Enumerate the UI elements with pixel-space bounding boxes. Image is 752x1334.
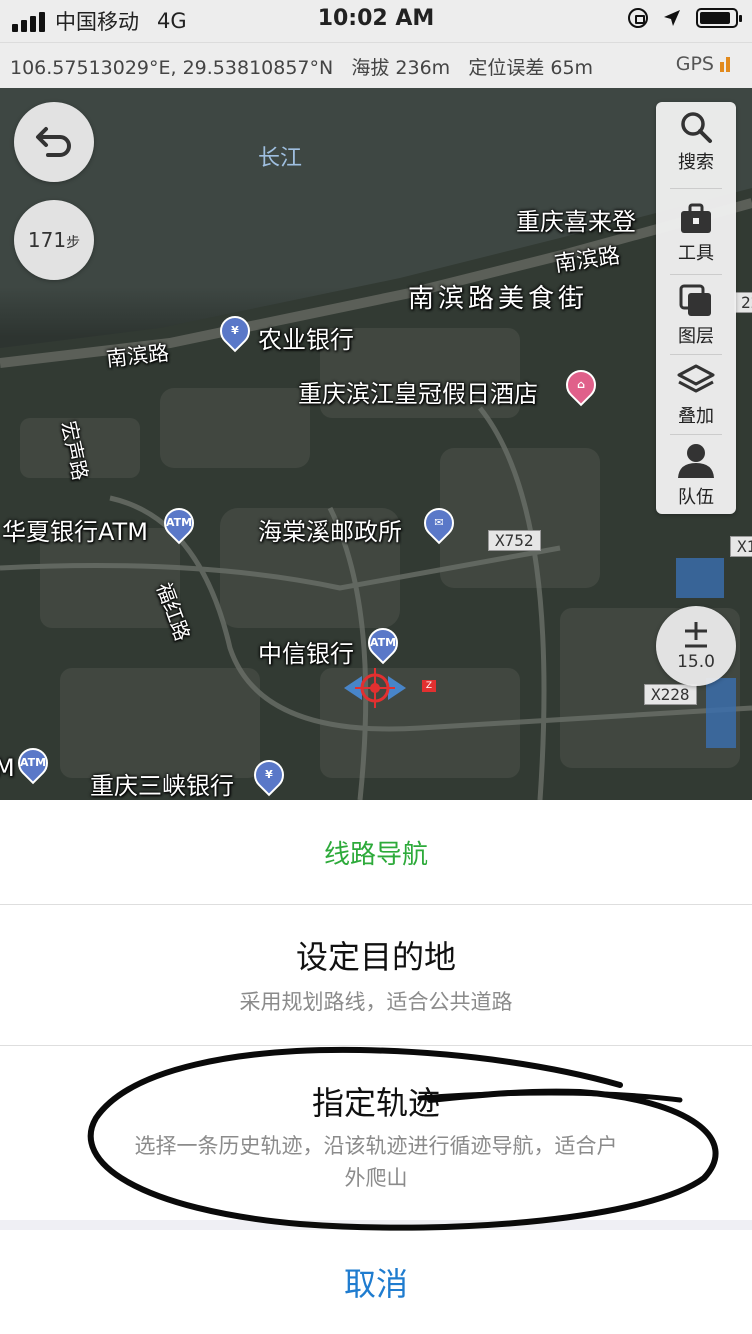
accuracy: 定位误差 65m	[468, 57, 594, 79]
team-icon	[678, 444, 714, 478]
back-button[interactable]	[14, 102, 94, 182]
map-tool-panel: 搜索 工具 图层 叠加 队伍	[656, 102, 736, 514]
divider	[670, 274, 722, 275]
current-location-marker-icon	[344, 668, 406, 708]
overlay-button[interactable]: 叠加	[656, 356, 736, 436]
search-icon	[681, 112, 712, 143]
team-label: 队伍	[678, 487, 714, 508]
divider	[670, 434, 722, 435]
zoom-control[interactable]: 15.0	[656, 606, 736, 686]
road-tag-x228: X228	[644, 684, 697, 705]
divider	[670, 188, 722, 189]
undo-arrow-icon	[36, 127, 71, 157]
zoom-level: 15.0	[677, 652, 715, 672]
location-readout: 106.57513029°E, 29.53810857°N 海拔 236m 定位…	[10, 53, 593, 80]
label-xilaideng: 重庆喜来登	[516, 208, 636, 236]
team-button[interactable]: 队伍	[656, 436, 736, 516]
layers-button[interactable]: 图层	[656, 276, 736, 356]
location-arrow-icon	[664, 10, 680, 26]
search-button[interactable]: 搜索	[656, 102, 736, 182]
divider	[0, 1045, 752, 1046]
step-unit: 步	[66, 235, 81, 251]
tools-label: 工具	[678, 243, 714, 264]
plus-minus-icon	[685, 622, 707, 648]
label-citic-bank[interactable]: 中信银行	[258, 634, 354, 669]
river-label: 长江	[258, 146, 303, 171]
step-count: 171	[27, 228, 67, 252]
set-destination-subtitle: 采用规划路线，适合公共道路	[239, 990, 513, 1014]
sheet-title: 线路导航	[0, 800, 752, 905]
gps-status: GPS	[676, 53, 730, 75]
layers-icon	[679, 284, 711, 316]
road-tag-22: 22	[734, 292, 752, 313]
toolbox-icon	[681, 203, 711, 233]
label-huangguan-hotel[interactable]: 重庆滨江皇冠假日酒店	[298, 374, 538, 409]
label-cut-off: M	[0, 754, 15, 782]
layers-label: 图层	[678, 326, 714, 347]
set-destination-title: 设定目的地	[295, 938, 456, 976]
tools-button[interactable]: 工具	[656, 194, 736, 274]
follow-track-option[interactable]: 指定轨迹 选择一条历史轨迹，沿该轨迹进行循迹导航，适合户 外爬山	[0, 1078, 752, 1194]
altitude: 海拔 236m	[351, 57, 451, 79]
overlay-label: 叠加	[678, 406, 714, 427]
label-nongye-bank[interactable]: 农业银行	[258, 320, 354, 355]
gps-signal-icon	[720, 56, 730, 72]
road-tag-x1: X1	[730, 536, 752, 557]
north-marker-icon: Z	[422, 680, 436, 692]
follow-track-title: 指定轨迹	[311, 1084, 440, 1122]
coordinates: 106.57513029°E, 29.53810857°N	[10, 57, 334, 79]
divider	[670, 354, 722, 355]
label-nanbinlu-food-street[interactable]: 南滨路美食街	[408, 278, 588, 315]
battery-icon	[696, 8, 742, 28]
search-label: 搜索	[678, 152, 714, 173]
status-icons	[628, 8, 742, 28]
stack-icon	[677, 364, 715, 393]
section-gap	[0, 1220, 752, 1230]
step-counter[interactable]: 171 步	[14, 200, 94, 280]
follow-track-subtitle-line2: 外爬山	[344, 1166, 408, 1190]
label-haitangxi-post[interactable]: 海棠溪邮政所	[258, 512, 402, 547]
rotation-lock-icon	[628, 8, 648, 28]
map-view[interactable]: 长江 重庆喜来登 南滨路 南滨路美食街 ¥ 农业银行 南滨路 重庆滨江皇冠假日酒…	[0, 88, 752, 800]
gps-label: GPS	[675, 53, 714, 75]
route-navigation-sheet: 线路导航 设定目的地 采用规划路线，适合公共道路 指定轨迹 选择一条历史轨迹，沿…	[0, 800, 752, 1334]
location-bar: 106.57513029°E, 29.53810857°N 海拔 236m 定位…	[0, 42, 752, 89]
road-tag-x752: X752	[488, 530, 541, 551]
set-destination-option[interactable]: 设定目的地 采用规划路线，适合公共道路	[0, 932, 752, 1018]
follow-track-subtitle-line1: 选择一条历史轨迹，沿该轨迹进行循迹导航，适合户	[134, 1134, 618, 1158]
label-huaxia-atm[interactable]: 华夏银行ATM	[2, 512, 148, 547]
label-sanxia-bank[interactable]: 重庆三峡银行	[90, 766, 234, 800]
cancel-button[interactable]: 取消	[0, 1230, 752, 1334]
status-bar: 中国移动 4G 10:02 AM	[0, 0, 752, 42]
